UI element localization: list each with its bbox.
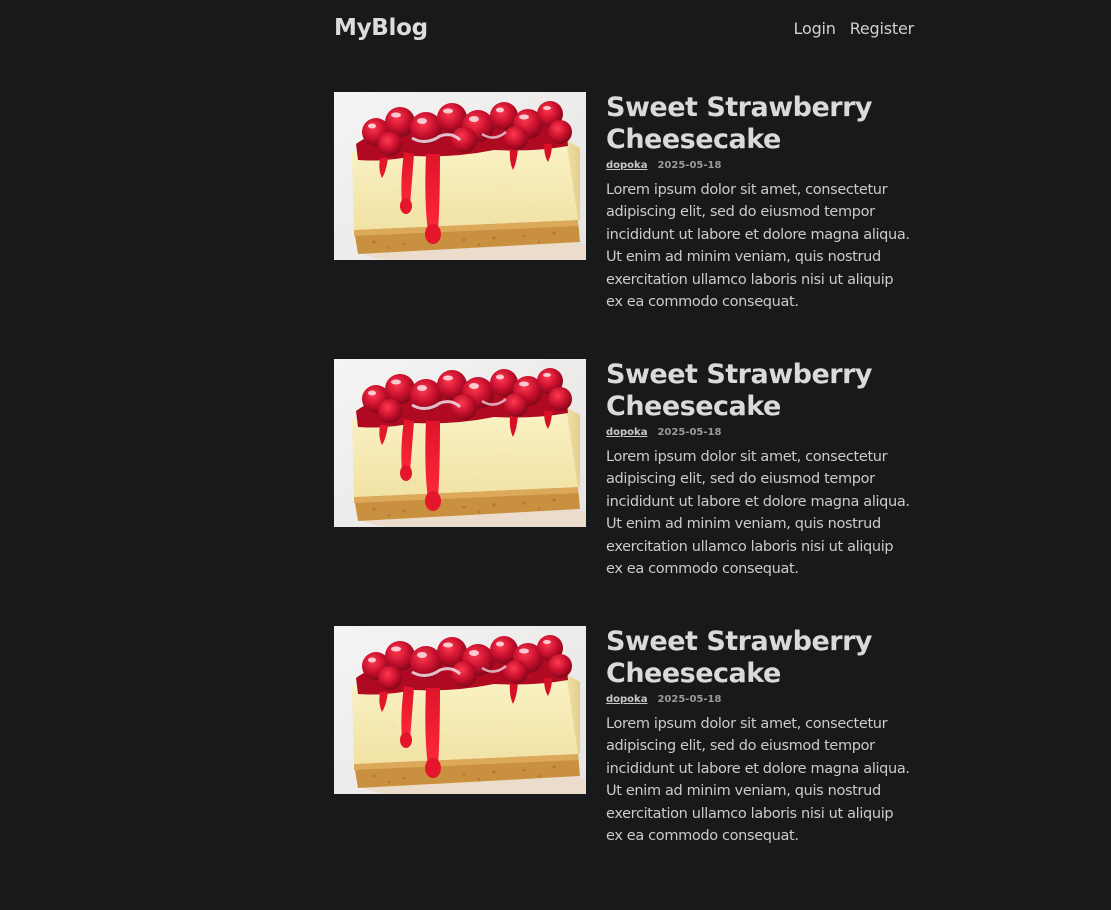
post-author[interactable]: dopoka	[606, 160, 647, 174]
post-list: Sweet Strawberry Cheesecake dopoka 2025-…	[334, 92, 914, 893]
post-meta: dopoka 2025-05-18	[606, 694, 914, 708]
post-author[interactable]: dopoka	[606, 694, 647, 708]
post-title[interactable]: Sweet Strawberry Cheesecake	[606, 359, 914, 423]
site-header: MyBlog Login Register	[334, 0, 914, 58]
post-card: Sweet Strawberry Cheesecake dopoka 2025-…	[334, 92, 914, 359]
login-link[interactable]: Login	[794, 19, 836, 38]
post-date: 2025-05-18	[657, 427, 722, 438]
post-excerpt: Lorem ipsum dolor sit amet, consectetur …	[606, 449, 910, 578]
post-card: Sweet Strawberry Cheesecake dopoka 2025-…	[334, 359, 914, 626]
post-author[interactable]: dopoka	[606, 427, 647, 441]
post-body: Sweet Strawberry Cheesecake dopoka 2025-…	[606, 92, 914, 313]
post-thumbnail[interactable]	[334, 359, 586, 527]
post-body: Sweet Strawberry Cheesecake dopoka 2025-…	[606, 359, 914, 580]
post-excerpt: Lorem ipsum dolor sit amet, consectetur …	[606, 716, 910, 845]
site-logo[interactable]: MyBlog	[334, 15, 428, 41]
post-thumbnail[interactable]	[334, 92, 586, 260]
post-date: 2025-05-18	[657, 694, 722, 705]
header-nav: Login Register	[794, 19, 915, 38]
post-thumbnail[interactable]	[334, 626, 586, 794]
post-title[interactable]: Sweet Strawberry Cheesecake	[606, 92, 914, 156]
post-card: Sweet Strawberry Cheesecake dopoka 2025-…	[334, 626, 914, 893]
post-body: Sweet Strawberry Cheesecake dopoka 2025-…	[606, 626, 914, 847]
post-title[interactable]: Sweet Strawberry Cheesecake	[606, 626, 914, 690]
post-date: 2025-05-18	[657, 160, 722, 171]
post-meta: dopoka 2025-05-18	[606, 427, 914, 441]
post-meta: dopoka 2025-05-18	[606, 160, 914, 174]
register-link[interactable]: Register	[850, 19, 914, 38]
page-container: MyBlog Login Register Sweet Strawberry C…	[334, 0, 914, 844]
post-excerpt: Lorem ipsum dolor sit amet, consectetur …	[606, 182, 910, 311]
